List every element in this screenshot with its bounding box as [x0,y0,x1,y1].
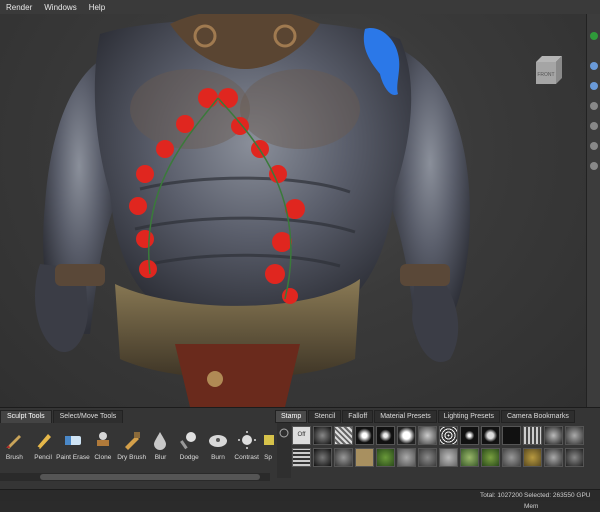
right-toolbar [586,14,600,407]
paint-tool-shelf: Brush Pencil Paint Erase Clone Dry Brush… [0,424,275,470]
stamp-thumbnail[interactable] [460,426,479,445]
stamp-thumbnail[interactable] [397,448,416,467]
tool-burn[interactable]: Burn [204,424,233,470]
tab-lighting-presets[interactable]: Lighting Presets [437,410,500,423]
layer-dot-icon[interactable] [590,62,598,70]
tool-paint-erase[interactable]: Paint Erase [56,424,90,470]
stamp-thumbnail[interactable] [397,426,416,445]
status-total: Total: 1027200 [480,492,523,499]
stamp-thumbnail[interactable] [481,448,500,467]
tab-stamp[interactable]: Stamp [275,410,308,423]
eraser-icon [62,428,84,452]
stamp-thumbnail[interactable] [376,426,395,445]
stamp-thumbnail[interactable] [355,448,374,467]
stamp-thumbnail[interactable] [334,448,353,467]
dry-brush-icon [121,428,143,452]
view-cube-label: FRONT [537,72,554,78]
stamp-thumbnail[interactable] [481,426,500,445]
layer-visible-icon[interactable] [590,32,598,40]
stamp-thumbnail[interactable] [313,448,332,467]
dodge-icon [178,428,200,452]
stamp-off[interactable]: Off [292,426,311,445]
clone-stamp-icon [92,428,114,452]
tool-sponge[interactable]: Sp [261,424,275,470]
stamp-grid: Off [292,426,600,474]
tab-material-presets[interactable]: Material Presets [374,410,437,423]
stamp-thumbnail[interactable] [565,426,584,445]
stamp-thumbnail[interactable] [523,426,542,445]
stamp-thumbnail[interactable] [439,426,458,445]
brush-icon [3,428,25,452]
tool-brush[interactable]: Brush [0,424,29,470]
menu-bar: Render Windows Help [0,0,600,15]
stamp-thumbnail[interactable] [565,448,584,467]
tool-pencil[interactable]: Pencil [29,424,58,470]
view-cube-icon[interactable]: FRONT [532,54,566,88]
layer-dot-icon[interactable] [590,162,598,170]
collapse-arrow-icon[interactable] [277,426,291,440]
tool-blur[interactable]: Blur [146,424,175,470]
stamp-thumbnail[interactable] [523,448,542,467]
stamp-thumbnail[interactable] [376,448,395,467]
layer-dot-icon[interactable] [590,102,598,110]
pencil-icon [32,428,54,452]
stamp-thumbnail[interactable] [544,448,563,467]
stamp-thumbnail[interactable] [292,448,311,467]
character-model [35,14,470,407]
3d-viewport[interactable]: FRONT [0,14,586,407]
blur-drop-icon [149,428,171,452]
contrast-icon [236,428,258,452]
tab-falloff[interactable]: Falloff [342,410,374,423]
bottom-tray: Sculpt Tools Select/Move Tools Brush Pen… [0,407,600,501]
stamp-thumbnail[interactable] [334,426,353,445]
stamp-thumbnail[interactable] [355,426,374,445]
tab-camera-bookmarks[interactable]: Camera Bookmarks [500,410,575,423]
stamp-thumbnail[interactable] [418,426,437,445]
stamp-thumbnail[interactable] [502,426,521,445]
status-bar: Total: 1027200 Selected: 263550 GPU Mem [0,489,600,510]
tool-clone[interactable]: Clone [88,424,117,470]
tool-dodge[interactable]: Dodge [175,424,204,470]
stamp-tabs: Stamp Stencil Falloff Material Presets L… [275,410,576,423]
stamp-thumbnail[interactable] [439,448,458,467]
menu-render[interactable]: Render [0,3,38,12]
tool-tabs: Sculpt Tools Select/Move Tools [0,410,124,423]
sponge-icon [257,428,279,452]
layer-dot-icon[interactable] [590,142,598,150]
tab-sculpt-tools[interactable]: Sculpt Tools [0,410,52,423]
stamp-thumbnail[interactable] [418,448,437,467]
burn-icon [207,428,229,452]
stamp-thumbnail[interactable] [313,426,332,445]
layer-dot-icon[interactable] [590,122,598,130]
stamp-thumbnail[interactable] [544,426,563,445]
stamp-thumbnail[interactable] [502,448,521,467]
menu-help[interactable]: Help [83,3,111,12]
status-selected: Selected: 263550 GPU Mem [524,492,591,510]
panel-divider [277,422,291,478]
tool-dry-brush[interactable]: Dry Brush [117,424,146,470]
tab-select-move-tools[interactable]: Select/Move Tools [52,410,124,423]
menu-windows[interactable]: Windows [38,3,82,12]
stamp-thumbnail[interactable] [460,448,479,467]
layer-dot-icon[interactable] [590,82,598,90]
tool-shelf-scrollbar[interactable] [0,473,270,481]
tab-stencil[interactable]: Stencil [308,410,342,423]
